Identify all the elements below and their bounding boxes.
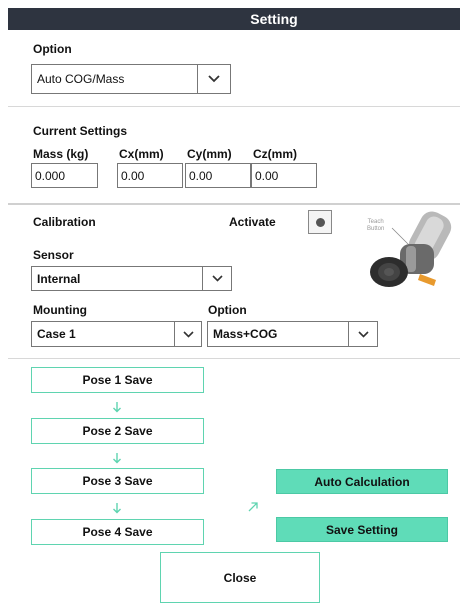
mounting-select[interactable]: Case 1: [31, 321, 202, 347]
auto-calculation-button[interactable]: Auto Calculation: [276, 469, 448, 494]
chevron-down-icon[interactable]: [174, 322, 201, 346]
pose-1-save-button[interactable]: Pose 1 Save: [31, 367, 204, 393]
arrow-down-icon: [113, 402, 121, 413]
close-button[interactable]: Close: [160, 552, 320, 603]
arrow-down-icon: [113, 503, 121, 514]
dialog-title-bar: Setting: [8, 8, 460, 30]
activate-checkbox[interactable]: [308, 210, 332, 234]
sensor-select-value: Internal: [37, 271, 81, 286]
arrow-down-icon: [113, 453, 121, 464]
divider: [8, 358, 460, 359]
sensor-label: Sensor: [33, 248, 74, 262]
mounting-select-value: Case 1: [37, 327, 76, 341]
teach-button-illustration: Teach Button: [362, 210, 452, 292]
chevron-down-icon[interactable]: [348, 322, 377, 346]
cy-label: Cy(mm): [187, 147, 232, 161]
mass-field[interactable]: 0.000: [31, 163, 98, 188]
sensor-select[interactable]: Internal: [31, 266, 232, 291]
cx-label: Cx(mm): [119, 147, 164, 161]
option-select[interactable]: Auto COG/Mass: [31, 64, 231, 94]
mounting-label: Mounting: [33, 303, 87, 317]
calibration-option-label: Option: [208, 303, 247, 317]
calibration-label: Calibration: [33, 215, 96, 229]
arrow-up-right-icon: [248, 502, 258, 512]
cx-field[interactable]: 0.00: [117, 163, 183, 188]
current-settings-label: Current Settings: [33, 124, 128, 138]
option-select-value: Auto COG/Mass: [37, 72, 125, 86]
calibration-option-select-value: Mass+COG: [213, 327, 278, 341]
divider: [8, 106, 460, 107]
activate-label: Activate: [229, 215, 276, 229]
save-setting-button[interactable]: Save Setting: [276, 517, 448, 542]
pose-3-save-button[interactable]: Pose 3 Save: [31, 468, 204, 494]
mass-label: Mass (kg): [33, 147, 89, 161]
activate-indicator-icon: [315, 217, 325, 227]
divider: [8, 203, 460, 205]
cy-field[interactable]: 0.00: [185, 163, 251, 188]
cz-label: Cz(mm): [253, 147, 297, 161]
pose-4-save-button[interactable]: Pose 4 Save: [31, 519, 204, 545]
chevron-down-icon[interactable]: [202, 267, 231, 290]
chevron-down-icon[interactable]: [197, 65, 230, 93]
dialog-title: Setting: [250, 11, 298, 27]
calibration-option-select[interactable]: Mass+COG: [207, 321, 378, 347]
option-label: Option: [33, 42, 72, 56]
pose-2-save-button[interactable]: Pose 2 Save: [31, 418, 204, 444]
robot-arm-icon: [370, 211, 452, 287]
cz-field[interactable]: 0.00: [251, 163, 317, 188]
